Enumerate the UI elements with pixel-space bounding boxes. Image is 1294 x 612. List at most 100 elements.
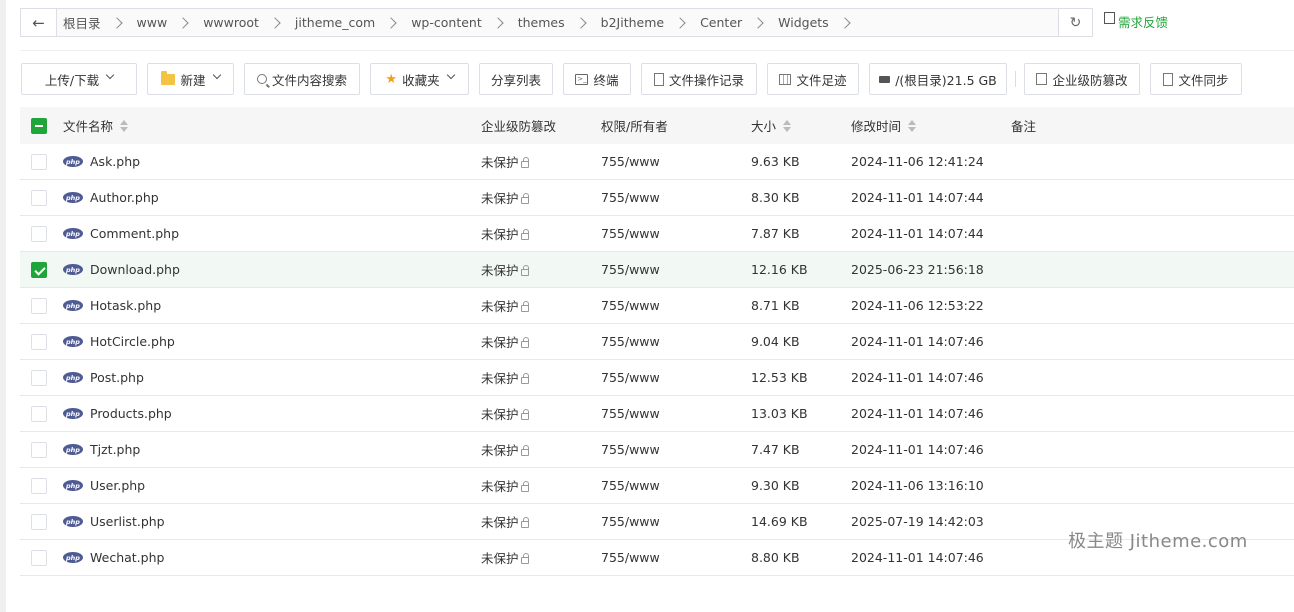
breadcrumb-item[interactable]: jitheme_com bbox=[289, 9, 405, 36]
protect-status[interactable]: 未保护 bbox=[481, 440, 519, 459]
header-protect-label: 企业级防篡改 bbox=[481, 119, 557, 134]
row-checkbox[interactable] bbox=[31, 225, 47, 242]
table-row[interactable]: php Products.php 未保护 755/www 13.03 KB 2024-11… bbox=[20, 396, 1294, 432]
protect-status[interactable]: 未保护 bbox=[481, 404, 519, 423]
table-row[interactable]: php User.php 未保护 755/www 9.30 KB 2024-11-06 1… bbox=[20, 468, 1294, 504]
table-row[interactable]: php Author.php 未保护 755/www 8.30 KB 2024-11-01… bbox=[20, 180, 1294, 216]
row-checkbox[interactable] bbox=[31, 261, 47, 278]
new-button[interactable]: 新建 bbox=[147, 63, 234, 95]
file-name[interactable]: Products.php bbox=[90, 406, 172, 421]
file-name[interactable]: User.php bbox=[90, 478, 145, 493]
file-sync-label: 文件同步 bbox=[1178, 72, 1229, 88]
chevron-right-icon bbox=[385, 16, 397, 29]
modified-time: 2024-11-01 14:07:46 bbox=[851, 442, 984, 457]
protect-status[interactable]: 未保护 bbox=[481, 152, 519, 171]
protect-status[interactable]: 未保护 bbox=[481, 476, 519, 495]
disk-button[interactable]: /(根目录)21.5 GB bbox=[869, 63, 1007, 95]
breadcrumb-item[interactable]: Widgets bbox=[772, 9, 859, 36]
permission[interactable]: 755/www bbox=[601, 334, 660, 349]
operation-log-button[interactable]: 文件操作记录 bbox=[641, 63, 757, 95]
table-row[interactable]: php Download.php 未保护 755/www 12.16 KB 2025-06… bbox=[20, 252, 1294, 288]
permission[interactable]: 755/www bbox=[601, 442, 660, 457]
row-checkbox[interactable] bbox=[31, 549, 47, 566]
protect-status[interactable]: 未保护 bbox=[481, 332, 519, 351]
file-name[interactable]: Hotask.php bbox=[90, 298, 161, 313]
header-size[interactable]: 大小 bbox=[751, 107, 792, 144]
row-checkbox[interactable] bbox=[31, 405, 47, 422]
table-row[interactable]: php Tjzt.php 未保护 755/www 7.47 KB 2024-11-01 1… bbox=[20, 432, 1294, 468]
protect-status[interactable]: 未保护 bbox=[481, 260, 519, 279]
share-list-button[interactable]: 分享列表 bbox=[479, 63, 553, 95]
header-name[interactable]: 文件名称 bbox=[63, 107, 129, 144]
sort-icon bbox=[120, 119, 129, 132]
permission[interactable]: 755/www bbox=[601, 190, 660, 205]
file-name[interactable]: Ask.php bbox=[90, 154, 140, 169]
permission[interactable]: 755/www bbox=[601, 370, 660, 385]
refresh-button[interactable]: ↻ bbox=[1058, 9, 1092, 36]
table-row[interactable]: php HotCircle.php 未保护 755/www 9.04 KB 2024-11… bbox=[20, 324, 1294, 360]
breadcrumb-item[interactable]: Center bbox=[694, 9, 772, 36]
upload-download-label: 上传/下载 bbox=[44, 72, 100, 88]
row-checkbox[interactable] bbox=[31, 513, 47, 530]
feedback-link[interactable]: 需求反馈 bbox=[1104, 11, 1168, 31]
row-checkbox[interactable] bbox=[31, 441, 47, 458]
protect-status[interactable]: 未保护 bbox=[481, 512, 519, 531]
file-name[interactable]: HotCircle.php bbox=[90, 334, 175, 349]
php-file-icon: php bbox=[63, 480, 83, 491]
file-size: 8.30 KB bbox=[751, 190, 800, 205]
row-checkbox[interactable] bbox=[31, 189, 47, 206]
row-checkbox[interactable] bbox=[31, 153, 47, 170]
modified-time: 2025-07-19 14:42:03 bbox=[851, 514, 984, 529]
breadcrumb-item[interactable]: 根目录 bbox=[57, 9, 131, 36]
row-checkbox[interactable] bbox=[31, 369, 47, 386]
file-size: 7.87 KB bbox=[751, 226, 800, 241]
footprint-button[interactable]: 文件足迹 bbox=[767, 63, 859, 95]
file-name[interactable]: Download.php bbox=[90, 262, 180, 277]
terminal-button[interactable]: >_ 终端 bbox=[563, 63, 631, 95]
permission[interactable]: 755/www bbox=[601, 154, 660, 169]
breadcrumb-item[interactable]: wwwroot bbox=[197, 9, 289, 36]
protect-status[interactable]: 未保护 bbox=[481, 296, 519, 315]
permission[interactable]: 755/www bbox=[601, 298, 660, 313]
modified-time: 2024-11-01 14:07:44 bbox=[851, 226, 984, 241]
file-sync-button[interactable]: 文件同步 bbox=[1150, 63, 1242, 95]
table-row[interactable]: php Ask.php 未保护 755/www 9.63 KB 2024-11-06 12… bbox=[20, 144, 1294, 180]
permission[interactable]: 755/www bbox=[601, 262, 660, 277]
permission[interactable]: 755/www bbox=[601, 406, 660, 421]
permission[interactable]: 755/www bbox=[601, 226, 660, 241]
protect-status[interactable]: 未保护 bbox=[481, 548, 519, 567]
file-table: 文件名称 企业级防篡改 权限/所有者 大小 修改时间 备注 php Ask.php… bbox=[20, 107, 1294, 576]
content-search-button[interactable]: 文件内容搜索 bbox=[244, 63, 360, 95]
chevron-right-icon bbox=[110, 16, 123, 29]
permission[interactable]: 755/www bbox=[601, 514, 660, 529]
file-name[interactable]: Wechat.php bbox=[90, 550, 164, 565]
breadcrumb-item[interactable]: wp-content bbox=[405, 9, 512, 36]
upload-download-button[interactable]: 上传/下载 bbox=[21, 63, 137, 95]
file-name[interactable]: Comment.php bbox=[90, 226, 179, 241]
row-checkbox[interactable] bbox=[31, 333, 47, 350]
breadcrumb-item[interactable]: b2Jitheme bbox=[595, 9, 694, 36]
favorites-button[interactable]: ★ 收藏夹 bbox=[370, 63, 469, 95]
tamper-protect-button[interactable]: 企业级防篡改 bbox=[1024, 63, 1140, 95]
permission[interactable]: 755/www bbox=[601, 478, 660, 493]
header-mtime[interactable]: 修改时间 bbox=[851, 107, 917, 144]
table-row[interactable]: php Comment.php 未保护 755/www 7.87 KB 2024-11-0… bbox=[20, 216, 1294, 252]
lock-icon bbox=[520, 553, 529, 564]
protect-status[interactable]: 未保护 bbox=[481, 224, 519, 243]
permission[interactable]: 755/www bbox=[601, 550, 660, 565]
table-row[interactable]: php Hotask.php 未保护 755/www 8.71 KB 2024-11-06… bbox=[20, 288, 1294, 324]
breadcrumb-item[interactable]: www bbox=[131, 9, 198, 36]
file-name[interactable]: Post.php bbox=[90, 370, 144, 385]
protect-status[interactable]: 未保护 bbox=[481, 188, 519, 207]
breadcrumb-item[interactable]: themes bbox=[512, 9, 595, 36]
select-all-checkbox[interactable] bbox=[31, 117, 47, 134]
file-name[interactable]: Tjzt.php bbox=[90, 442, 140, 457]
row-checkbox[interactable] bbox=[31, 297, 47, 314]
back-button[interactable]: ← bbox=[21, 9, 57, 36]
chevron-right-icon bbox=[752, 16, 764, 29]
row-checkbox[interactable] bbox=[31, 477, 47, 494]
file-name[interactable]: Userlist.php bbox=[90, 514, 165, 529]
file-name[interactable]: Author.php bbox=[90, 190, 159, 205]
protect-status[interactable]: 未保护 bbox=[481, 368, 519, 387]
table-row[interactable]: php Post.php 未保护 755/www 12.53 KB 2024-11-01 … bbox=[20, 360, 1294, 396]
